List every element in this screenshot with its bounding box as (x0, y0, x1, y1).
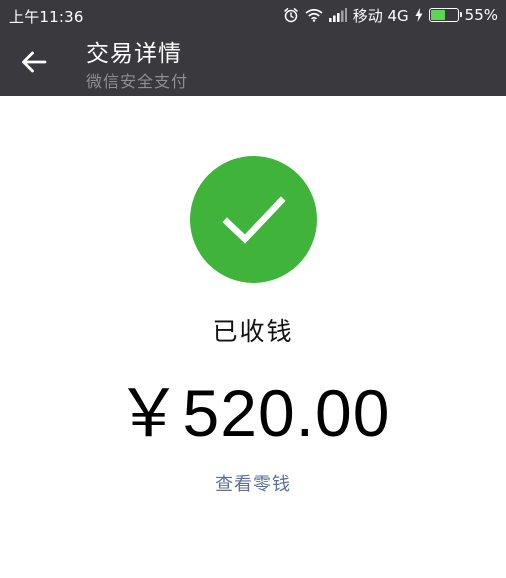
battery-level-fill (430, 10, 445, 20)
top-bar: 上午11:36 移动 4G 55% 交易详情 微信安全支付 (0, 0, 506, 96)
battery-percent: 55% (464, 6, 498, 24)
arrow-left-icon (22, 51, 47, 73)
view-change-link[interactable]: 查看零钱 (0, 470, 506, 496)
check-icon (221, 195, 286, 244)
wifi-icon (305, 8, 323, 22)
page-title: 交易详情 (86, 41, 182, 67)
alarm-icon (283, 7, 299, 23)
page-subtitle: 微信安全支付 (86, 72, 189, 91)
payment-status: 已收钱 (212, 317, 294, 346)
carrier-label: 移动 4G (352, 6, 409, 25)
payment-amount: ￥520.00 (115, 376, 391, 450)
back-button[interactable] (14, 45, 54, 79)
success-badge (190, 156, 317, 283)
status-icons: 移动 4G 55% (283, 5, 498, 25)
status-bar: 上午11:36 移动 4G 55% (0, 0, 506, 30)
charging-icon (415, 8, 423, 22)
signal-icon (328, 8, 347, 22)
battery-icon (428, 8, 462, 22)
status-time: 上午11:36 (9, 8, 84, 26)
